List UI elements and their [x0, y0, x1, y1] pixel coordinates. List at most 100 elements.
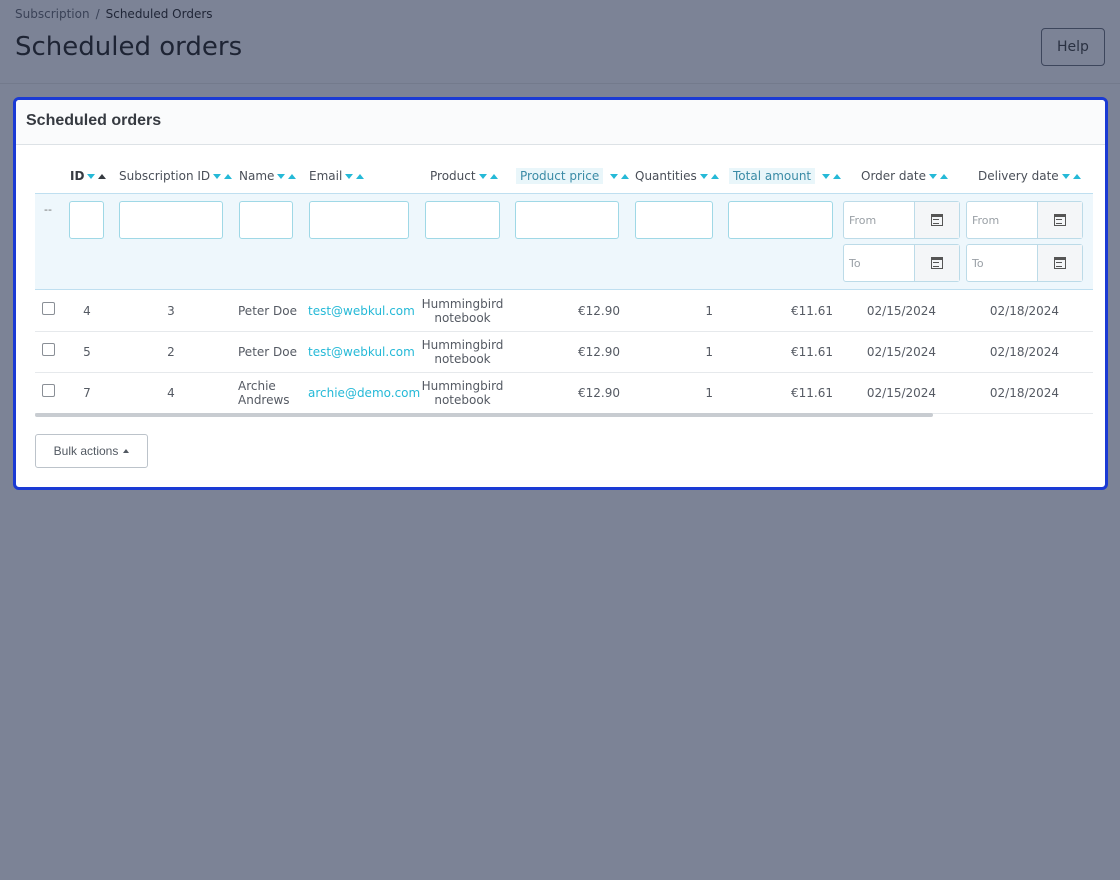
breadcrumb-parent-link[interactable]: Subscription	[15, 7, 90, 21]
filter-email-input[interactable]	[309, 201, 409, 239]
cell-total-amount: €11.61	[791, 345, 833, 359]
order-date-to-placeholder[interactable]: To	[844, 245, 914, 281]
filter-delivery-date-from[interactable]: From	[966, 201, 1083, 239]
order-date-to-calendar-button[interactable]	[914, 245, 959, 281]
sort-asc-icon[interactable]	[1072, 173, 1081, 179]
column-header-delivery-date[interactable]: Delivery date	[978, 162, 1081, 190]
cell-product: Hummingbird notebook	[421, 297, 504, 325]
bulk-actions-label: Bulk actions	[53, 444, 119, 458]
calendar-icon	[931, 214, 943, 226]
cell-id: 7	[83, 386, 91, 400]
calendar-icon	[931, 257, 943, 269]
cell-email-link[interactable]: test@webkul.com	[308, 332, 418, 372]
cell-name: Peter Doe	[238, 345, 297, 359]
cell-id: 4	[83, 304, 91, 318]
filter-total-amount-input[interactable]	[728, 201, 833, 239]
cell-order-date: 02/15/2024	[866, 304, 937, 318]
filter-product-input[interactable]	[425, 201, 500, 239]
column-header-order-date[interactable]: Order date	[861, 162, 948, 190]
page-header: Subscription / Scheduled Orders Scheduled …	[0, 0, 1120, 84]
order-date-from-placeholder[interactable]: From	[844, 202, 914, 238]
sort-asc-icon[interactable]	[98, 173, 107, 179]
sort-asc-icon[interactable]	[356, 173, 365, 179]
card-title: Scheduled orders	[16, 100, 1105, 145]
filter-subscription-id-input[interactable]	[119, 201, 223, 239]
filter-id-input[interactable]	[69, 201, 104, 239]
breadcrumb-separator: /	[95, 7, 100, 21]
calendar-icon	[1054, 214, 1066, 226]
cell-name: Peter Doe	[238, 304, 297, 318]
table-row: 7 4 Archie Andrews archie@demo.com Hummin…	[35, 373, 1093, 414]
sort-desc-icon[interactable]	[345, 173, 354, 179]
help-button[interactable]: Help	[1041, 28, 1105, 66]
filter-row-marker: --	[44, 203, 52, 216]
cell-subscription-id: 4	[167, 386, 175, 400]
cell-quantities: 1	[705, 304, 713, 318]
column-header-email[interactable]: Email	[309, 162, 365, 190]
horizontal-scrollbar[interactable]	[35, 413, 933, 417]
filter-row: -- From To From To	[35, 193, 1093, 290]
page-title: Scheduled orders	[15, 32, 243, 62]
filter-order-date-from[interactable]: From	[843, 201, 960, 239]
sort-desc-icon[interactable]	[478, 173, 487, 179]
delivery-date-to-calendar-button[interactable]	[1037, 245, 1082, 281]
sort-desc-icon[interactable]	[699, 173, 708, 179]
sort-desc-icon[interactable]	[277, 173, 286, 179]
column-header-total-amount[interactable]: Total amount	[729, 162, 842, 190]
sort-desc-icon[interactable]	[87, 173, 96, 179]
sort-desc-icon[interactable]	[213, 173, 222, 179]
scheduled-orders-card: Scheduled orders ID Subscription ID Name…	[13, 97, 1108, 490]
filter-product-price-input[interactable]	[515, 201, 619, 239]
cell-delivery-date: 02/18/2024	[989, 345, 1060, 359]
table-row: 5 2 Peter Doe test@webkul.com Hummingbir…	[35, 332, 1093, 373]
sort-asc-icon[interactable]	[288, 173, 297, 179]
cell-product-price: €12.90	[578, 304, 620, 318]
row-select-checkbox[interactable]	[42, 343, 55, 356]
sort-asc-icon[interactable]	[710, 173, 719, 179]
cell-quantities: 1	[705, 345, 713, 359]
cell-subscription-id: 3	[167, 304, 175, 318]
sort-desc-icon[interactable]	[610, 173, 619, 179]
cell-name: Archie Andrews	[238, 379, 290, 407]
filter-quantities-input[interactable]	[635, 201, 713, 239]
cell-product: Hummingbird notebook	[421, 338, 504, 366]
sort-asc-icon[interactable]	[939, 173, 948, 179]
column-header-quantities[interactable]: Quantities	[635, 162, 719, 190]
order-date-from-calendar-button[interactable]	[914, 202, 959, 238]
filter-order-date-to[interactable]: To	[843, 244, 960, 282]
cell-product: Hummingbird notebook	[421, 379, 504, 407]
cell-email-link[interactable]: archie@demo.com	[308, 373, 420, 413]
cell-subscription-id: 2	[167, 345, 175, 359]
sort-desc-icon[interactable]	[1061, 173, 1070, 179]
column-header-name[interactable]: Name	[239, 162, 297, 190]
cell-product-price: €12.90	[578, 345, 620, 359]
sort-asc-icon[interactable]	[621, 173, 630, 179]
sort-desc-icon[interactable]	[928, 173, 937, 179]
filter-delivery-date-to[interactable]: To	[966, 244, 1083, 282]
cell-total-amount: €11.61	[791, 386, 833, 400]
column-header-subscription-id[interactable]: Subscription ID	[119, 162, 233, 190]
column-header-product[interactable]: Product	[430, 162, 498, 190]
sort-asc-icon[interactable]	[224, 173, 233, 179]
cell-email-link[interactable]: test@webkul.com	[308, 291, 418, 331]
sort-asc-icon[interactable]	[833, 173, 842, 179]
cell-id: 5	[83, 345, 91, 359]
delivery-date-from-calendar-button[interactable]	[1037, 202, 1082, 238]
column-header-product-price[interactable]: Product price	[516, 162, 630, 190]
bulk-actions-button[interactable]: Bulk actions	[35, 434, 148, 468]
breadcrumb: Subscription / Scheduled Orders	[15, 7, 213, 21]
sort-desc-icon[interactable]	[822, 173, 831, 179]
cell-total-amount: €11.61	[791, 304, 833, 318]
delivery-date-from-placeholder[interactable]: From	[967, 202, 1037, 238]
column-header-id[interactable]: ID	[70, 162, 107, 190]
row-select-checkbox[interactable]	[42, 384, 55, 397]
row-select-checkbox[interactable]	[42, 302, 55, 315]
breadcrumb-current: Scheduled Orders	[105, 7, 213, 21]
cell-order-date: 02/15/2024	[866, 386, 937, 400]
table-row: 4 3 Peter Doe test@webkul.com Hummingbir…	[35, 291, 1093, 332]
delivery-date-to-placeholder[interactable]: To	[967, 245, 1037, 281]
cell-quantities: 1	[705, 386, 713, 400]
cell-delivery-date: 02/18/2024	[989, 386, 1060, 400]
filter-name-input[interactable]	[239, 201, 293, 239]
sort-asc-icon[interactable]	[489, 173, 498, 179]
